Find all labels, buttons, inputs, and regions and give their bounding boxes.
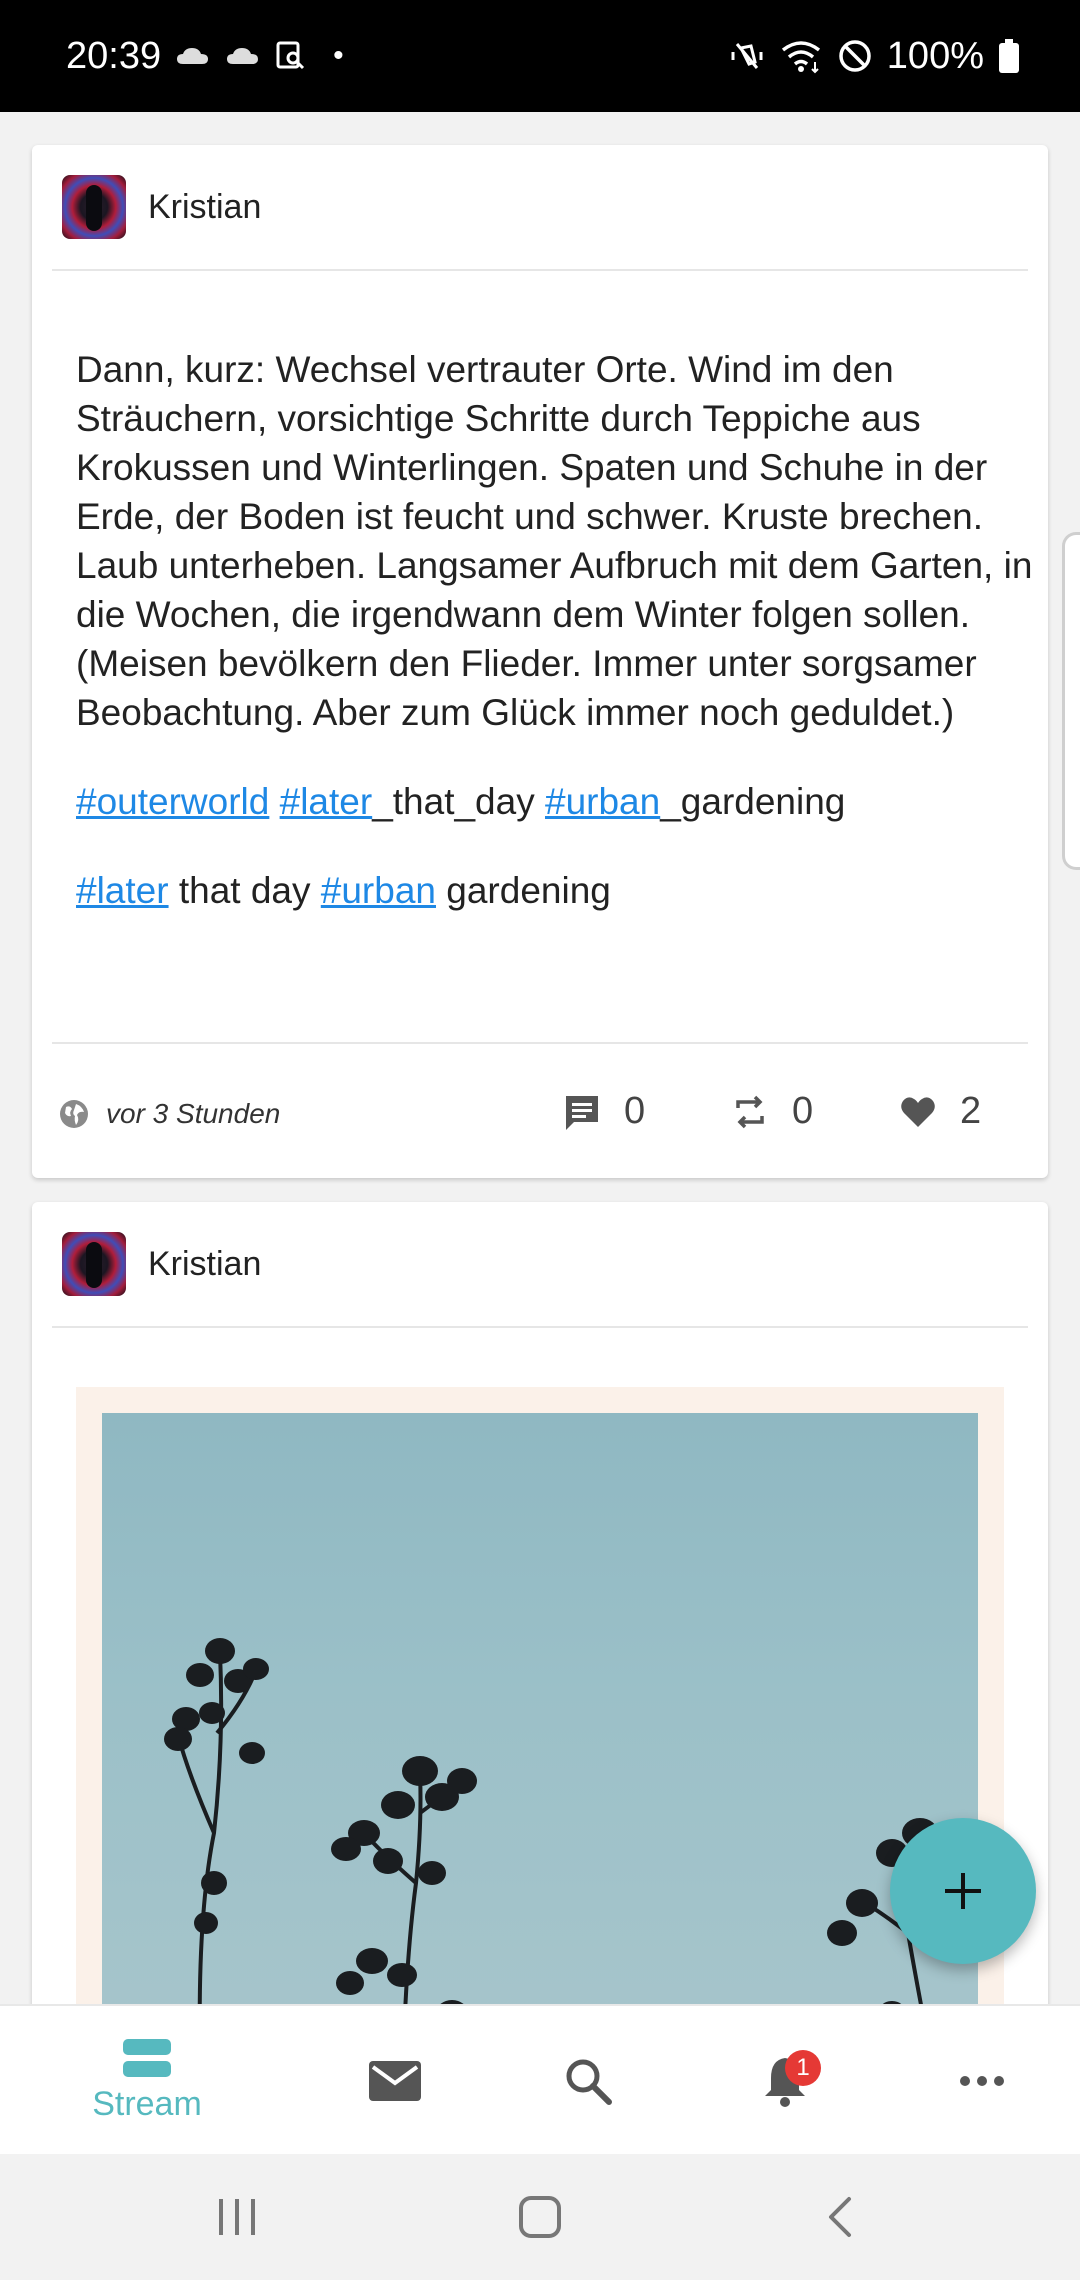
nav-stream[interactable]: Stream [62, 2006, 232, 2156]
cloud-icon [225, 44, 261, 68]
globe-icon [58, 1098, 90, 1135]
reblog-button[interactable]: 0 [730, 1090, 813, 1133]
home-icon [519, 2196, 561, 2238]
footer-divider [52, 1042, 1028, 1044]
tag-suffix-text: _gardening [660, 781, 846, 822]
nav-search[interactable] [538, 2006, 638, 2156]
more-icon [960, 2076, 1004, 2086]
status-dot: • [333, 39, 344, 72]
status-time: 20:39 [66, 34, 162, 77]
cloud-icon [175, 44, 211, 68]
header-divider [52, 269, 1028, 271]
home-button[interactable] [500, 2182, 580, 2252]
post-card: Kristian Dann, kurz: Wechsel vertrauter … [32, 145, 1048, 1178]
author-name[interactable]: Kristian [148, 1245, 261, 1284]
nav-stream-label: Stream [92, 2084, 202, 2123]
post-header[interactable]: Kristian [32, 1202, 1048, 1326]
bottom-nav: Stream 1 [0, 2004, 1080, 2154]
recents-icon [219, 2199, 255, 2235]
hashtag-link[interactable]: #urban [545, 781, 660, 822]
status-bar: 20:39 • 100% [0, 0, 1080, 112]
reblog-count: 0 [792, 1090, 814, 1132]
battery-percent: 100% [886, 34, 984, 77]
comment-count: 0 [624, 1090, 646, 1132]
post-header[interactable]: Kristian [32, 145, 1048, 269]
header-divider [52, 1326, 1028, 1328]
status-right: 100% [729, 35, 1020, 78]
nav-messages[interactable] [345, 2006, 445, 2156]
tags-line: #outerworld #later_that_day #urban_garde… [76, 777, 1036, 826]
screen-search-icon [275, 40, 307, 72]
tag-text: that day [178, 870, 311, 911]
like-count: 2 [960, 1090, 982, 1132]
mail-icon [369, 2061, 421, 2101]
battery-icon [998, 38, 1020, 74]
like-button[interactable]: 2 [898, 1090, 981, 1133]
hashtag-link[interactable]: #later [280, 781, 373, 822]
plus-icon [945, 1873, 981, 1909]
back-icon [829, 2197, 851, 2237]
comment-button[interactable]: 0 [562, 1090, 645, 1133]
nav-more[interactable] [932, 2006, 1032, 2156]
tag-suffix-text: _that_day [372, 781, 535, 822]
comment-icon [566, 1095, 598, 1130]
avatar[interactable] [62, 1232, 126, 1296]
author-name[interactable]: Kristian [148, 188, 261, 227]
recents-button[interactable] [197, 2182, 277, 2252]
back-button[interactable] [800, 2182, 880, 2252]
heart-icon [901, 1096, 935, 1127]
reblog-icon [736, 1095, 764, 1128]
scroll-handle[interactable] [1062, 532, 1080, 870]
tag-text: gardening [446, 870, 611, 911]
avatar[interactable] [62, 175, 126, 239]
search-icon [566, 2059, 612, 2105]
post-image-frame[interactable] [76, 1387, 1004, 2004]
plants-silhouette [164, 1638, 938, 2004]
nav-notifications[interactable]: 1 [735, 2006, 835, 2156]
compose-button[interactable] [890, 1818, 1036, 1964]
hashtag-link[interactable]: #urban [321, 870, 436, 911]
wifi-icon [779, 38, 823, 74]
post-footer: vor 3 Stunden 0 0 2 [32, 1060, 1048, 1170]
post-text: Dann, kurz: Wechsel vertrauter Orte. Win… [76, 349, 1033, 733]
post-body: Dann, kurz: Wechsel vertrauter Orte. Win… [76, 345, 1036, 955]
stream-icon [123, 2038, 171, 2077]
tags-line: #later that day #urban gardening [76, 866, 1036, 915]
stream-feed[interactable]: Kristian Dann, kurz: Wechsel vertrauter … [0, 112, 1080, 2004]
status-left: 20:39 • [66, 35, 344, 78]
post-timestamp[interactable]: vor 3 Stunden [106, 1098, 280, 1130]
hashtag-link[interactable]: #later [76, 870, 169, 911]
post-image[interactable] [102, 1413, 978, 2004]
vibrate-off-icon [729, 38, 765, 74]
notification-badge: 1 [785, 2050, 821, 2086]
do-not-disturb-icon [837, 38, 873, 74]
system-nav-bar [0, 2154, 1080, 2280]
hashtag-link[interactable]: #outerworld [76, 781, 269, 822]
